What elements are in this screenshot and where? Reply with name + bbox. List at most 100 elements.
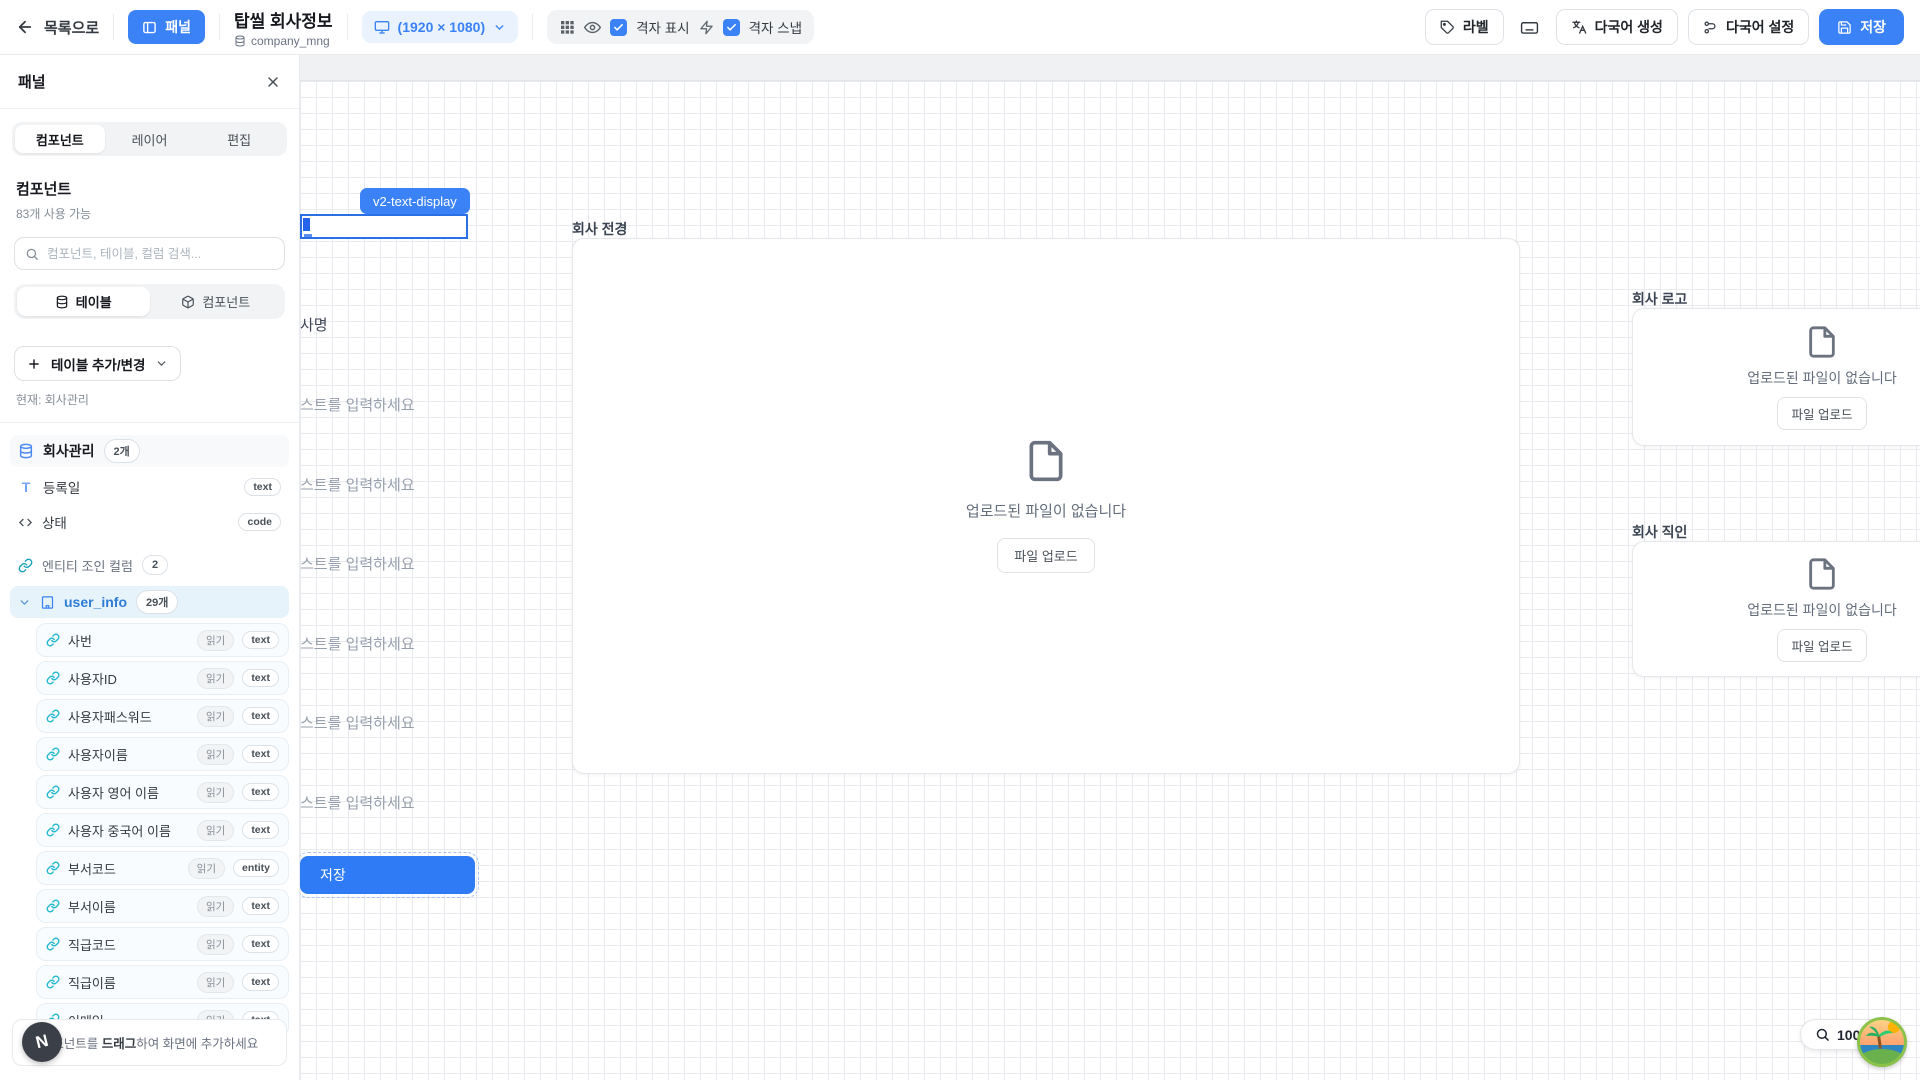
column-name: 사번 (68, 631, 92, 650)
plus-icon (27, 357, 41, 371)
text-input-placeholder[interactable]: 스트를 입력하세요 (300, 474, 415, 554)
i18n-settings-button[interactable]: 다국어 설정 (1688, 9, 1809, 45)
divider (532, 14, 533, 40)
type-badge: text (242, 669, 279, 687)
table-group-row[interactable]: 회사관리 2개 (10, 435, 289, 467)
link-icon (46, 747, 60, 761)
empty-file-text: 업로드된 파일이 없습니다 (1747, 600, 1896, 620)
table-subtitle: company_mng (234, 34, 333, 48)
type-badge: text (242, 935, 279, 953)
link-icon (46, 975, 60, 989)
access-badge: 읽기 (197, 668, 234, 689)
components-panel: 패널 컴포넌트 레이어 편집 컴포넌트 83개 사용 가능 테이블 컴포넌트 테… (0, 55, 300, 1080)
link-icon (46, 709, 60, 723)
join-column-item[interactable]: 부서이름 읽기 text (36, 889, 289, 923)
link-icon (46, 633, 60, 647)
segment-component[interactable]: 컴포넌트 (150, 287, 283, 316)
text-input-placeholder[interactable]: 스트를 입력하세요 (300, 712, 415, 792)
current-table-label: 현재: 회사관리 (16, 391, 283, 408)
tab-layers[interactable]: 레이어 (105, 125, 195, 153)
link-icon (18, 558, 33, 573)
join-column-item[interactable]: 사용자ID 읽기 text (36, 661, 289, 695)
add-change-table-button[interactable]: 테이블 추가/변경 (14, 346, 181, 381)
join-table-count-badge: 29개 (136, 590, 178, 614)
access-badge: 읽기 (188, 858, 225, 879)
logo-section-title: 회사 로고 (1632, 289, 1687, 309)
column-row-regdate[interactable]: T 등록일 text (10, 472, 289, 502)
panorama-upload-button[interactable]: 파일 업로드 (997, 538, 1094, 573)
link-icon (46, 899, 60, 913)
source-segments: 테이블 컴포넌트 (14, 284, 285, 319)
grid-show-checkbox[interactable] (610, 19, 627, 36)
file-icon (1805, 557, 1839, 591)
column-name: 직급코드 (68, 935, 116, 954)
canvas-save-button[interactable]: 저장 (300, 856, 475, 894)
grid-snap-checkbox[interactable] (723, 19, 740, 36)
save-icon (1837, 20, 1852, 35)
join-column-item[interactable]: 직급코드 읽기 text (36, 927, 289, 961)
arrow-left-icon (16, 18, 34, 36)
column-name: 부서이름 (68, 897, 116, 916)
column-name: 사용자ID (68, 669, 117, 688)
translate-icon (1571, 19, 1587, 35)
components-available-count: 83개 사용 가능 (16, 205, 283, 222)
text-input-placeholder[interactable]: 스트를 입력하세요 (300, 633, 415, 713)
access-badge: 읽기 (197, 706, 234, 727)
join-column-item[interactable]: 사용자 영어 이름 읽기 text (36, 775, 289, 809)
file-icon (1024, 439, 1068, 483)
text-type-icon: T (18, 479, 34, 495)
empty-file-text: 업로드된 파일이 없습니다 (966, 500, 1126, 521)
component-search[interactable] (14, 237, 285, 270)
grid-show-label: 격자 표시 (636, 17, 689, 37)
join-table-row-user-info[interactable]: user_info 29개 (10, 586, 289, 618)
entity-join-section: 엔티티 조인 컬럼 2 (10, 553, 289, 577)
resolution-select[interactable]: (1920 × 1080) (362, 11, 519, 43)
panel-toggle-button[interactable]: 패널 (128, 10, 205, 44)
join-column-item[interactable]: 사용자패스워드 읽기 text (36, 699, 289, 733)
text-input-placeholder[interactable]: 스트를 입력하세요 (300, 553, 415, 633)
join-column-item[interactable]: 사용자이름 읽기 text (36, 737, 289, 771)
company-name-label-partial[interactable]: 사명 (300, 314, 328, 335)
save-button[interactable]: 저장 (1819, 9, 1904, 45)
access-badge: 읽기 (197, 820, 234, 841)
logo-upload-button[interactable]: 파일 업로드 (1777, 397, 1868, 430)
tab-components[interactable]: 컴포넌트 (15, 125, 105, 153)
search-input[interactable] (47, 247, 274, 261)
page-title: 탑씰 회사정보 (234, 7, 333, 32)
top-toolbar: 목록으로 패널 탑씰 회사정보 company_mng (1920 × 1080… (0, 0, 1920, 55)
type-badge: entity (233, 859, 279, 877)
chevron-down-icon (18, 596, 31, 609)
access-badge: 읽기 (197, 896, 234, 917)
join-column-item[interactable]: 사번 읽기 text (36, 623, 289, 657)
panel-tabs: 컴포넌트 레이어 편집 (12, 122, 287, 156)
segment-table[interactable]: 테이블 (17, 287, 150, 316)
text-input-placeholder[interactable]: 스트를 입력하세요 (300, 394, 415, 474)
panorama-section-title: 회사 전경 (572, 219, 627, 239)
eye-icon[interactable] (584, 19, 601, 36)
divider (219, 14, 220, 40)
join-count-badge: 2 (142, 555, 168, 575)
column-row-status[interactable]: 상태 code (10, 507, 289, 537)
selected-text-display-component[interactable] (300, 214, 468, 239)
join-column-item[interactable]: 사용자 중국어 이름 읽기 text (36, 813, 289, 847)
grid-snap-label: 격자 스냅 (749, 17, 802, 37)
text-fragment-underline (304, 234, 312, 237)
seal-upload-button[interactable]: 파일 업로드 (1777, 629, 1868, 662)
column-name: 사용자 영어 이름 (68, 783, 159, 802)
label-button[interactable]: 라벨 (1425, 9, 1504, 45)
canvas-top-strip (300, 55, 1920, 81)
tab-edit[interactable]: 편집 (194, 125, 284, 153)
link-icon (46, 785, 60, 799)
file-icon (1805, 325, 1839, 359)
i18n-generate-button[interactable]: 다국어 생성 (1556, 9, 1678, 45)
close-icon[interactable] (265, 74, 281, 90)
island-avatar-art (1857, 1017, 1907, 1067)
user-avatar[interactable] (1857, 1017, 1907, 1067)
back-label: 목록으로 (44, 17, 99, 38)
back-to-list-button[interactable]: 목록으로 (16, 17, 99, 38)
join-column-item[interactable]: 직급이름 읽기 text (36, 965, 289, 999)
join-column-item[interactable]: 부서코드 읽기 entity (36, 851, 289, 885)
database-icon (234, 35, 246, 47)
keyboard-shortcuts-button[interactable] (1514, 11, 1546, 43)
column-count-badge: 2개 (104, 439, 140, 463)
